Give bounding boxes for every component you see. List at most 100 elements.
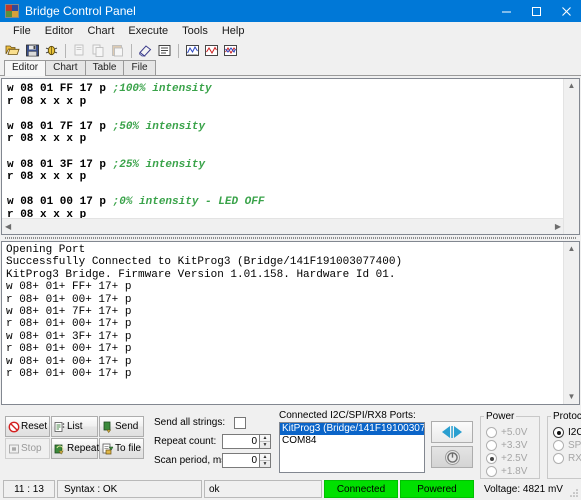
log-line: w 08+ 01+ 00+ 17+ p xyxy=(6,355,132,368)
maximize-button[interactable] xyxy=(521,0,551,22)
log-scroll-down-arrow[interactable]: ▼ xyxy=(568,390,576,404)
list-lines-icon[interactable] xyxy=(155,42,173,60)
power-option-18v[interactable]: +1.8V xyxy=(486,465,535,478)
minimize-button[interactable] xyxy=(491,0,521,22)
editor-line: w 08 01 3F 17 p ;25% intensity xyxy=(7,159,579,172)
connect-toggle-button[interactable] xyxy=(431,421,473,443)
editor-line: r 08 x x x p xyxy=(7,133,579,146)
power-option-25v[interactable]: +2.5V xyxy=(486,452,535,465)
editor-vertical-scrollbar[interactable]: ▲ ▼ xyxy=(563,79,579,234)
list-button[interactable]: List xyxy=(51,416,98,437)
log-scroll-up-arrow[interactable]: ▲ xyxy=(568,242,576,256)
radio-icon[interactable] xyxy=(486,440,497,451)
send-all-strings-row: Send all strings: xyxy=(154,415,271,430)
tab-chart[interactable]: Chart xyxy=(45,60,86,75)
log-line: r 08+ 01+ 00+ 17+ p xyxy=(6,368,132,381)
toolbar xyxy=(0,40,581,61)
options-group: Send all strings: Repeat count: 0 ▲ ▼ Sca… xyxy=(154,415,271,479)
send-all-strings-checkbox[interactable] xyxy=(234,416,246,429)
protocol-option-i2c[interactable]: I2C xyxy=(553,426,581,439)
radio-icon[interactable] xyxy=(553,453,564,464)
tab-table[interactable]: Table xyxy=(84,60,125,75)
radio-icon[interactable] xyxy=(486,466,497,477)
editor-code: w 08 01 00 17 p xyxy=(7,196,113,209)
protocol-option-spi-label: SPI xyxy=(568,440,581,451)
cut-icon xyxy=(70,42,88,60)
list-item[interactable]: COM84 xyxy=(280,435,424,447)
ports-label: Connected I2C/SPI/RX8 Ports: xyxy=(279,410,416,421)
menu-editor[interactable]: Editor xyxy=(38,24,81,38)
menu-help[interactable]: Help xyxy=(215,24,252,38)
transaction-log[interactable]: Opening Port Successfully Connected to Ki… xyxy=(2,242,579,404)
log-line: w 08+ 01+ FF+ 17+ p xyxy=(6,281,132,294)
power-option-33v[interactable]: +3.3V xyxy=(486,439,535,452)
reset-icon xyxy=(8,421,20,432)
protocol-option-spi[interactable]: SPI xyxy=(553,439,581,452)
editor-line: r 08 x x x p xyxy=(7,171,579,184)
chart-red-icon[interactable] xyxy=(202,42,220,60)
repeat-count-input[interactable]: 0 xyxy=(222,434,260,449)
message-status: ok xyxy=(204,480,322,498)
repeat-count-row: Repeat count: 0 ▲ ▼ xyxy=(154,434,271,449)
open-file-icon[interactable] xyxy=(4,42,22,60)
repeat-count-label: Repeat count: xyxy=(154,436,217,447)
protocol-group-title: Protocol xyxy=(551,411,581,422)
spin-up-icon[interactable]: ▲ xyxy=(260,454,270,461)
paste-icon xyxy=(108,42,126,60)
radio-icon[interactable] xyxy=(486,427,497,438)
scan-period-input[interactable]: 0 xyxy=(222,453,260,468)
tab-file[interactable]: File xyxy=(123,60,156,75)
editor-horizontal-scrollbar[interactable]: ◀ ▶ xyxy=(2,218,564,234)
radio-icon[interactable] xyxy=(553,427,564,438)
list-button-label: List xyxy=(67,421,83,432)
ports-listbox[interactable]: KitProg3 (Bridge/141F191003077400) COM84 xyxy=(279,422,425,473)
log-vertical-scrollbar[interactable]: ▲ ▼ xyxy=(563,242,579,404)
menu-bar: File Editor Chart Execute Tools Help xyxy=(0,22,581,40)
send-icon xyxy=(103,421,112,433)
scroll-up-arrow[interactable]: ▲ xyxy=(568,79,576,93)
chart-blue-icon[interactable] xyxy=(183,42,201,60)
protocol-option-rx8[interactable]: RX8 (UART) xyxy=(553,452,581,465)
mid-buttons xyxy=(431,421,473,479)
reset-button[interactable]: Reset xyxy=(5,416,50,437)
power-group: Power +5.0V +3.3V +2.5V +1.8V xyxy=(480,411,540,479)
power-option-33v-label: +3.3V xyxy=(501,440,528,451)
scroll-corner xyxy=(564,219,579,234)
spin-down-icon[interactable]: ▼ xyxy=(260,461,270,467)
menu-tools[interactable]: Tools xyxy=(175,24,215,38)
scroll-left-arrow[interactable]: ◀ xyxy=(2,222,14,231)
send-button-label: Send xyxy=(115,421,139,432)
tab-editor[interactable]: Editor xyxy=(4,60,47,76)
command-editor[interactable]: w 08 01 FF 17 p ;100% intensity r 08 x x … xyxy=(2,79,579,218)
repeat-icon xyxy=(54,444,64,455)
save-file-icon[interactable] xyxy=(23,42,41,60)
radio-icon[interactable] xyxy=(486,453,497,464)
repeat-count-spinner[interactable]: ▲ ▼ xyxy=(260,434,271,449)
list-item[interactable]: KitProg3 (Bridge/141F191003077400) xyxy=(280,423,424,435)
menu-chart[interactable]: Chart xyxy=(80,24,121,38)
menu-execute[interactable]: Execute xyxy=(121,24,175,38)
radio-icon[interactable] xyxy=(553,440,564,451)
menu-file[interactable]: File xyxy=(6,24,38,38)
chart-multi-icon[interactable] xyxy=(221,42,239,60)
spin-up-icon[interactable]: ▲ xyxy=(260,435,270,442)
repeat-button[interactable]: Repeat xyxy=(51,438,99,459)
editor-line: w 08 01 00 17 p ;0% intensity - LED OFF xyxy=(7,196,579,209)
spin-down-icon[interactable]: ▼ xyxy=(260,442,270,448)
send-button[interactable]: Send xyxy=(99,416,144,437)
tab-strip: Editor Chart Table File xyxy=(0,60,581,76)
stop-button: Stop xyxy=(5,438,50,459)
debug-bug-icon[interactable] xyxy=(42,42,60,60)
toolbar-separator-3 xyxy=(178,43,179,58)
power-toggle-button[interactable] xyxy=(431,446,473,468)
scan-period-spinner[interactable]: ▲ ▼ xyxy=(260,453,271,468)
to-file-button[interactable]: To file xyxy=(99,438,144,459)
resize-grip[interactable] xyxy=(569,488,579,498)
close-button[interactable] xyxy=(551,0,581,22)
clear-eraser-icon[interactable] xyxy=(136,42,154,60)
toolbar-separator-2 xyxy=(131,43,132,58)
to-file-button-label: To file xyxy=(115,443,142,454)
power-option-5v[interactable]: +5.0V xyxy=(486,426,535,439)
log-line: KitProg3 Bridge. Firmware Version 1.01.1… xyxy=(6,268,396,281)
